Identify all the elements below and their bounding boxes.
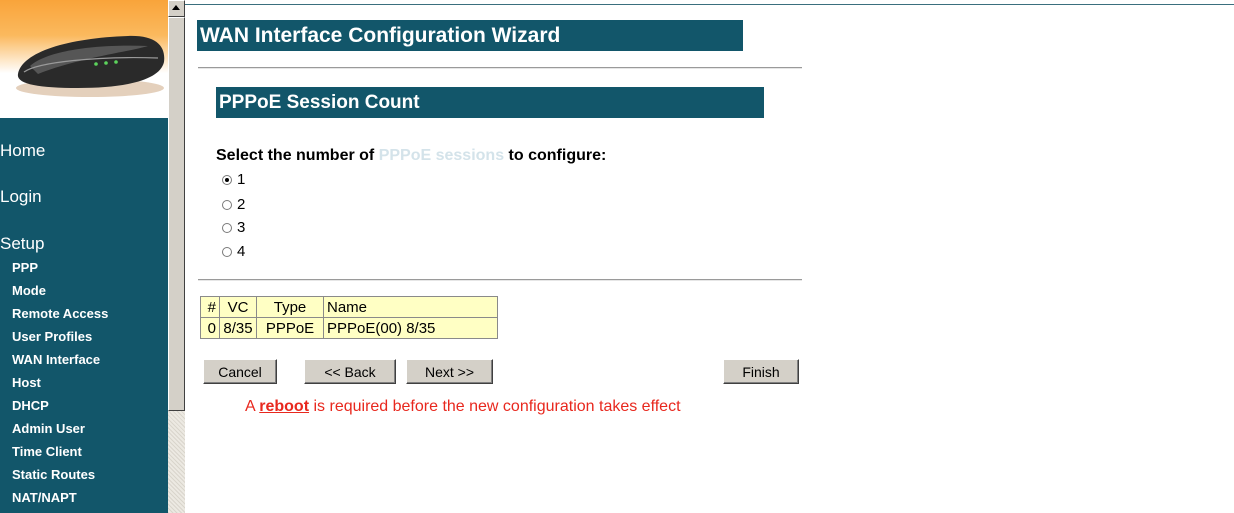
nav-mode[interactable]: Mode — [12, 283, 46, 298]
nav-nat-napt[interactable]: NAT/NAPT — [12, 490, 77, 505]
cell-vc: 8/35 — [219, 317, 257, 339]
nav-time-client[interactable]: Time Client — [12, 444, 82, 459]
reboot-prefix: A — [245, 398, 255, 415]
option-label: 3 — [237, 219, 246, 236]
scroll-up-arrow-icon[interactable] — [168, 0, 185, 17]
next-button[interactable]: Next >> — [406, 359, 493, 384]
session-count-prompt: Select the number of PPPoE sessions to c… — [216, 147, 606, 165]
session-option-3[interactable]: 3 — [222, 219, 245, 236]
nav-dhcp[interactable]: DHCP — [12, 398, 49, 413]
sidebar: Home Login Setup PPP Mode Remote Access … — [0, 0, 168, 513]
router-banner — [0, 0, 168, 118]
nav-setup[interactable]: Setup — [0, 234, 44, 254]
divider-middle — [198, 279, 802, 281]
nav-user-profiles[interactable]: User Profiles — [12, 329, 92, 344]
option-label: 4 — [237, 243, 246, 260]
back-button[interactable]: << Back — [304, 359, 396, 384]
table-row: 0 8/35 PPPoE PPPoE(00) 8/35 — [200, 317, 498, 339]
radio-button[interactable] — [222, 199, 232, 210]
radio-button[interactable] — [222, 174, 232, 185]
header-index: # — [200, 296, 220, 318]
header-type: Type — [256, 296, 324, 318]
cell-index: 0 — [200, 317, 220, 339]
router-image-icon — [16, 35, 165, 97]
scroll-thumb[interactable] — [168, 17, 185, 411]
session-table: # VC Type Name 0 8/35 PPPoE PPPoE(00) 8/… — [200, 296, 498, 339]
radio-button[interactable] — [222, 222, 232, 233]
top-divider — [185, 4, 1234, 5]
option-label: 1 — [237, 171, 246, 188]
prompt-text-before: Select the number of — [216, 147, 375, 164]
nav-wan-interface[interactable]: WAN Interface — [12, 352, 100, 367]
header-vc: VC — [219, 296, 257, 318]
sidebar-scrollbar[interactable] — [168, 0, 185, 513]
nav-login[interactable]: Login — [0, 187, 42, 207]
prompt-highlight: PPPoE sessions — [378, 147, 505, 164]
nav-ppp[interactable]: PPP — [12, 260, 38, 275]
table-header-row: # VC Type Name — [200, 296, 498, 318]
cell-name: PPPoE(00) 8/35 — [323, 317, 498, 339]
session-option-1[interactable]: 1 — [222, 171, 245, 188]
option-label: 2 — [237, 196, 246, 213]
nav-home[interactable]: Home — [0, 141, 45, 161]
cell-type: PPPoE — [256, 317, 324, 339]
nav-remote-access[interactable]: Remote Access — [12, 306, 108, 321]
prompt-text-after: to configure: — [508, 147, 607, 164]
reboot-suffix: is required before the new configuration… — [313, 398, 681, 415]
nav-admin-user[interactable]: Admin User — [12, 421, 85, 436]
finish-button[interactable]: Finish — [723, 359, 799, 384]
page-title: WAN Interface Configuration Wizard — [197, 20, 743, 51]
header-name: Name — [323, 296, 498, 318]
nav-host[interactable]: Host — [12, 375, 41, 390]
reboot-link[interactable]: reboot — [259, 398, 309, 415]
reboot-notice: A reboot is required before the new conf… — [245, 398, 681, 416]
section-title: PPPoE Session Count — [216, 87, 764, 118]
session-option-4[interactable]: 4 — [222, 243, 245, 260]
radio-button[interactable] — [222, 246, 232, 257]
cancel-button[interactable]: Cancel — [203, 359, 277, 384]
divider-top — [198, 67, 802, 69]
session-option-2[interactable]: 2 — [222, 196, 245, 213]
nav-static-routes[interactable]: Static Routes — [12, 467, 95, 482]
